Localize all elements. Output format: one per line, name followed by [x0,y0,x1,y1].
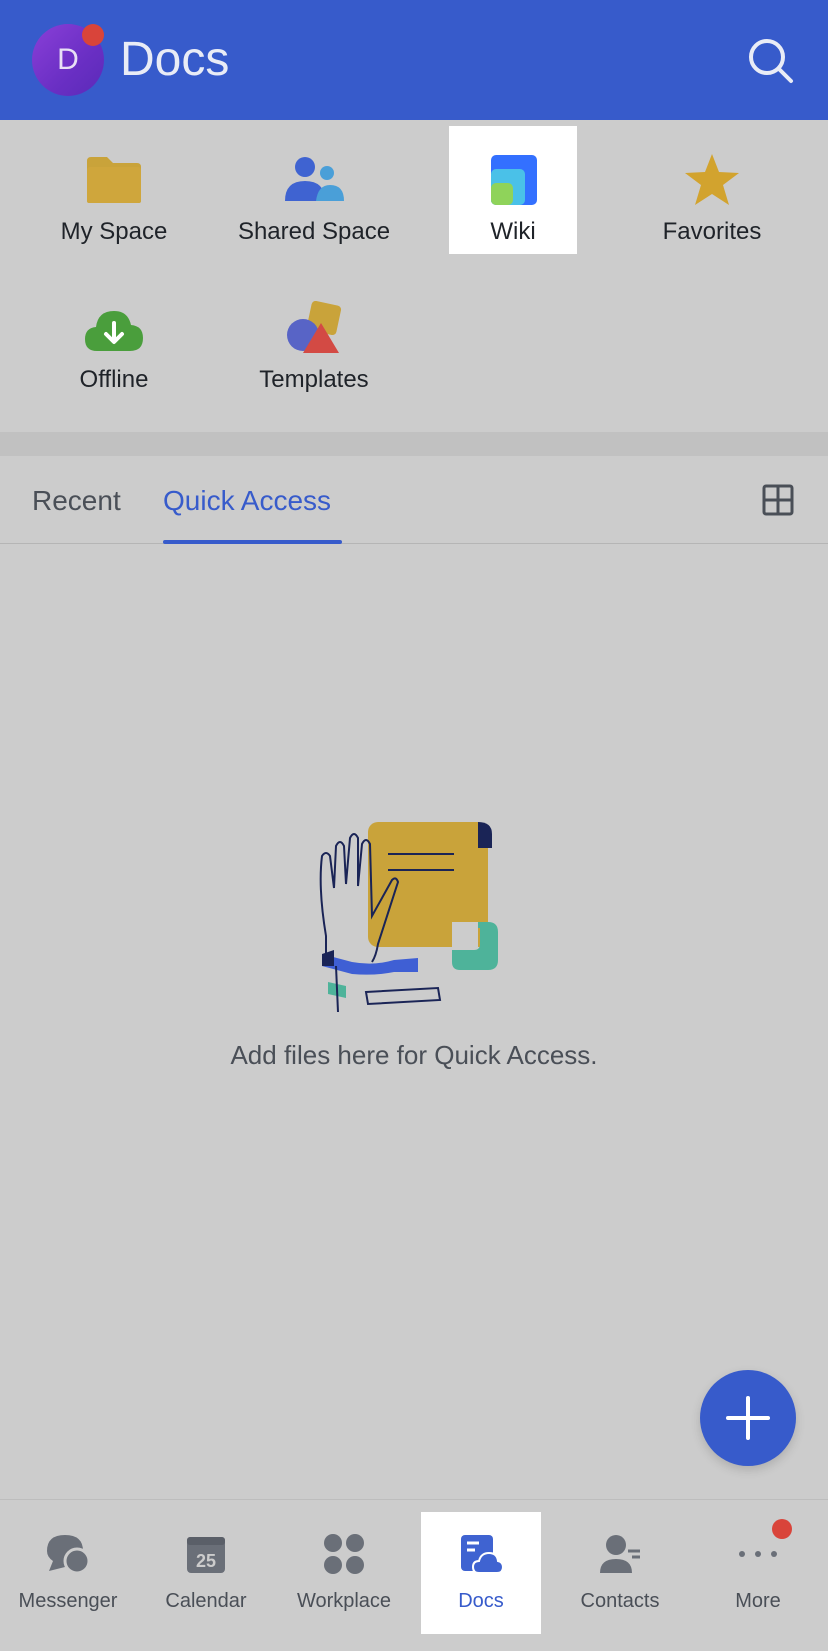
nav-contacts-label: Contacts [580,1590,660,1612]
app-header: D Docs [0,0,828,120]
my-space-label: My Space [60,218,168,245]
nav-calendar-label: Calendar [165,1590,247,1612]
empty-state-message: Add files here for Quick Access. [230,1040,598,1070]
nav-workplace-label: Workplace [296,1590,392,1612]
templates-button[interactable]: Templates [250,274,378,402]
calendar-icon: 25 [187,1537,225,1573]
create-new-button[interactable] [700,1370,796,1466]
tab-bar: Recent Quick Access [0,456,828,544]
active-tab-indicator [163,540,342,544]
wiki-label: Wiki [490,218,536,245]
contact-icon [600,1535,640,1573]
tab-quick-access[interactable]: Quick Access [163,484,331,518]
cloud-download-icon [85,311,143,351]
shared-space-button[interactable]: Shared Space [238,126,390,254]
more-dots-icon [739,1551,777,1557]
section-divider [0,432,828,456]
shapes-icon [287,301,342,353]
grid-view-icon[interactable] [762,484,794,516]
avatar-initial: D [57,43,79,76]
plus-icon [726,1396,770,1440]
space-shortcuts: My Space Shared Space Wiki Favorites Off… [0,120,828,432]
people-icon [285,157,344,201]
nav-docs-label: Docs [458,1590,504,1612]
nav-contacts[interactable]: Contacts [560,1512,680,1634]
favorites-label: Favorites [662,218,762,245]
offline-button[interactable]: Offline [50,274,178,402]
nav-messenger-label: Messenger [18,1590,118,1612]
svg-text:25: 25 [196,1551,216,1571]
star-icon [685,154,739,205]
more-badge [772,1519,792,1539]
shared-space-label: Shared Space [237,218,391,245]
templates-label: Templates [259,366,369,393]
apps-grid-icon [324,1534,364,1574]
bottom-navigation: Messenger 25 Calendar Workplace Docs Con… [0,1499,828,1651]
nav-docs[interactable]: Docs [421,1512,541,1634]
nav-more[interactable]: More [698,1512,818,1634]
nav-workplace[interactable]: Workplace [284,1512,404,1634]
wiki-button[interactable]: Wiki [449,126,577,254]
page-title: Docs [120,33,230,86]
empty-state-illustration [319,822,498,1012]
my-space-button[interactable]: My Space [50,126,178,254]
tab-recent[interactable]: Recent [32,484,121,518]
wiki-icon [491,155,537,205]
favorites-button[interactable]: Favorites [648,126,776,254]
docs-cloud-icon [461,1535,503,1574]
nav-more-label: More [735,1590,781,1612]
nav-messenger[interactable]: Messenger [8,1512,128,1634]
nav-calendar[interactable]: 25 Calendar [146,1512,266,1634]
folder-icon [87,157,141,203]
offline-label: Offline [79,366,149,393]
notification-dot [82,24,104,46]
chat-bubbles-icon [47,1535,91,1575]
search-icon[interactable] [746,36,794,84]
